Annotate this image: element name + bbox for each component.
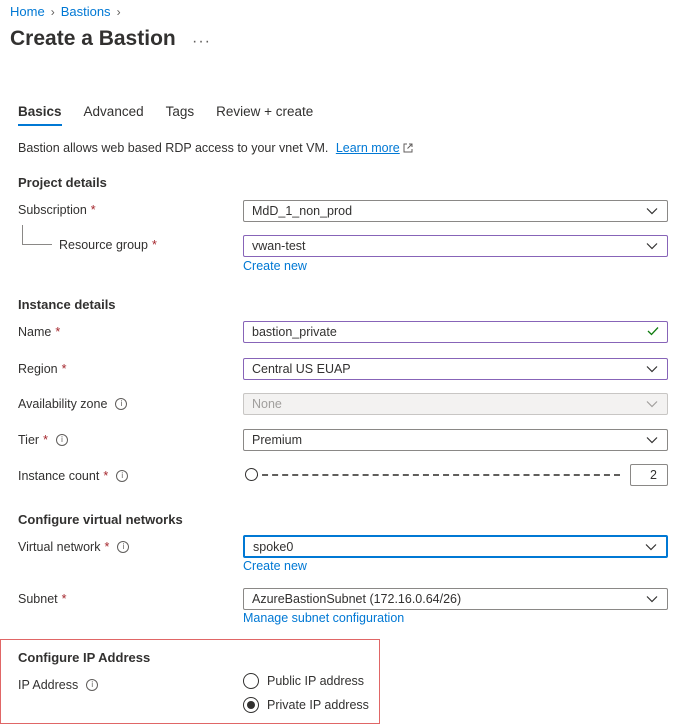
required-marker: * xyxy=(55,325,61,339)
section-virtual-networks: Configure virtual networks xyxy=(18,512,183,527)
tab-advanced[interactable]: Advanced xyxy=(84,104,144,126)
info-icon[interactable]: i xyxy=(86,679,99,691)
chevron-down-icon xyxy=(644,540,658,554)
radio-button-checked[interactable] xyxy=(243,697,259,713)
checkmark-icon xyxy=(647,325,659,339)
virtual-network-label: Virtual network * i xyxy=(18,540,130,554)
tier-value: Premium xyxy=(252,433,303,447)
required-marker: * xyxy=(61,592,67,606)
more-options-button[interactable]: ··· xyxy=(192,33,211,51)
virtual-network-value: spoke0 xyxy=(253,539,294,554)
info-icon[interactable]: i xyxy=(115,398,128,410)
subnet-label: Subnet * xyxy=(18,592,67,606)
section-instance-details: Instance details xyxy=(18,297,116,312)
chevron-right-icon: › xyxy=(116,4,121,19)
tree-connector xyxy=(22,225,52,245)
breadcrumb-bastions[interactable]: Bastions xyxy=(61,4,111,19)
radio-public-ip[interactable]: Public IP address xyxy=(243,673,364,689)
region-select[interactable]: Central US EUAP xyxy=(243,358,668,380)
required-marker: * xyxy=(151,238,157,252)
info-icon[interactable]: i xyxy=(55,434,68,446)
ip-address-label-text: IP Address xyxy=(18,678,79,692)
section-project-details: Project details xyxy=(18,175,107,190)
availability-zone-select: None xyxy=(243,393,668,415)
required-marker: * xyxy=(103,469,109,483)
tab-review-create[interactable]: Review + create xyxy=(216,104,313,126)
breadcrumb-home[interactable]: Home xyxy=(10,4,45,19)
breadcrumb: Home › Bastions › xyxy=(10,4,127,19)
availability-zone-label-text: Availability zone xyxy=(18,397,108,411)
radio-public-ip-label: Public IP address xyxy=(267,674,365,688)
tab-bar: Basics Advanced Tags Review + create xyxy=(18,104,335,126)
tier-select[interactable]: Premium xyxy=(243,429,668,451)
name-input[interactable]: bastion_private xyxy=(243,321,668,343)
intro-description: Bastion allows web based RDP access to y… xyxy=(18,141,329,155)
info-icon[interactable]: i xyxy=(117,541,130,553)
ip-address-label: IP Address i xyxy=(18,678,99,692)
external-link-icon xyxy=(403,143,413,153)
subscription-select[interactable]: MdD_1_non_prod xyxy=(243,200,668,222)
instance-count-slider-thumb[interactable] xyxy=(245,468,258,481)
create-new-vnet-link[interactable]: Create new xyxy=(243,559,307,573)
availability-zone-label: Availability zone i xyxy=(18,397,128,411)
tab-basics[interactable]: Basics xyxy=(18,104,62,126)
manage-subnet-link[interactable]: Manage subnet configuration xyxy=(243,611,404,625)
required-marker: * xyxy=(90,203,96,217)
resource-group-label: Resource group * xyxy=(59,238,157,252)
subscription-value: MdD_1_non_prod xyxy=(252,204,353,218)
availability-zone-value: None xyxy=(252,397,282,411)
learn-more-link[interactable]: Learn more xyxy=(336,141,400,155)
required-marker: * xyxy=(61,362,67,376)
subnet-label-text: Subnet xyxy=(18,592,58,606)
chevron-down-icon xyxy=(645,204,659,218)
name-label-text: Name xyxy=(18,325,52,339)
section-ip-address: Configure IP Address xyxy=(18,650,151,665)
page-title: Create a Bastion xyxy=(10,27,176,50)
info-icon[interactable]: i xyxy=(116,470,129,482)
region-label-text: Region xyxy=(18,362,58,376)
subnet-value: AzureBastionSubnet (172.16.0.64/26) xyxy=(252,592,462,606)
tier-label-text: Tier xyxy=(18,433,40,447)
region-label: Region * xyxy=(18,362,67,376)
tier-label: Tier * i xyxy=(18,433,68,447)
subscription-label-text: Subscription xyxy=(18,203,87,217)
chevron-down-icon xyxy=(645,239,659,253)
tab-tags[interactable]: Tags xyxy=(166,104,195,126)
instance-count-label-text: Instance count xyxy=(18,469,100,483)
virtual-network-select[interactable]: spoke0 xyxy=(243,535,668,558)
chevron-down-icon xyxy=(645,362,659,376)
region-value: Central US EUAP xyxy=(252,362,351,376)
resource-group-value: vwan-test xyxy=(252,239,306,253)
chevron-down-icon xyxy=(645,397,659,411)
subscription-label: Subscription * xyxy=(18,203,96,217)
instance-count-input[interactable]: 2 xyxy=(630,464,668,486)
chevron-down-icon xyxy=(645,592,659,606)
create-new-resource-group-link[interactable]: Create new xyxy=(243,259,307,273)
chevron-right-icon: › xyxy=(50,4,55,19)
name-label: Name * xyxy=(18,325,60,339)
name-value: bastion_private xyxy=(252,325,337,339)
intro-text: Bastion allows web based RDP access to y… xyxy=(18,141,413,155)
radio-private-ip-label: Private IP address xyxy=(267,698,369,712)
resource-group-label-text: Resource group xyxy=(59,238,148,252)
virtual-network-label-text: Virtual network xyxy=(18,540,101,554)
chevron-down-icon xyxy=(645,433,659,447)
radio-button-unchecked[interactable] xyxy=(243,673,259,689)
subnet-select[interactable]: AzureBastionSubnet (172.16.0.64/26) xyxy=(243,588,668,610)
radio-private-ip[interactable]: Private IP address xyxy=(243,697,369,713)
required-marker: * xyxy=(104,540,110,554)
resource-group-select[interactable]: vwan-test xyxy=(243,235,668,257)
instance-count-label: Instance count * i xyxy=(18,469,129,483)
required-marker: * xyxy=(43,433,48,447)
instance-count-slider-track[interactable] xyxy=(252,474,620,476)
